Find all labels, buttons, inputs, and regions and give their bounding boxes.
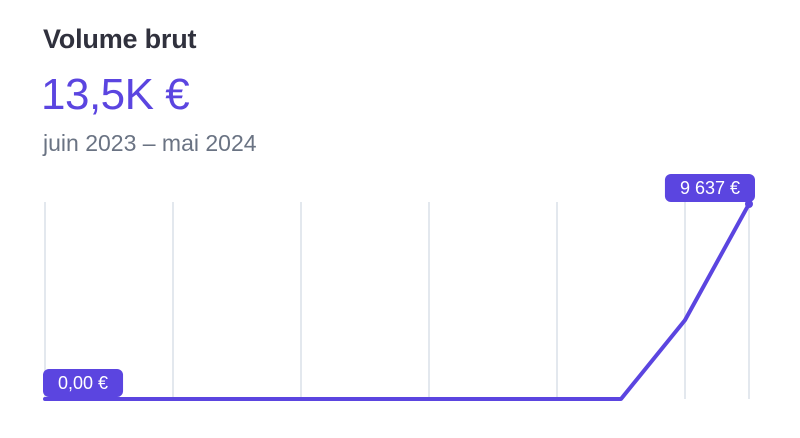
start-badge-label: 0,00 € bbox=[58, 373, 108, 393]
series-line bbox=[43, 202, 751, 401]
gross-volume-card: Volume brut 13,5K € juin 2023 – mai 2024… bbox=[0, 0, 800, 438]
volume-line-chart: 0,00 € 9 637 € bbox=[43, 174, 755, 401]
start-value-badge: 0,00 € bbox=[43, 369, 124, 397]
end-badge-label: 9 637 € bbox=[680, 178, 740, 198]
end-value-badge: 9 637 € bbox=[664, 174, 755, 202]
